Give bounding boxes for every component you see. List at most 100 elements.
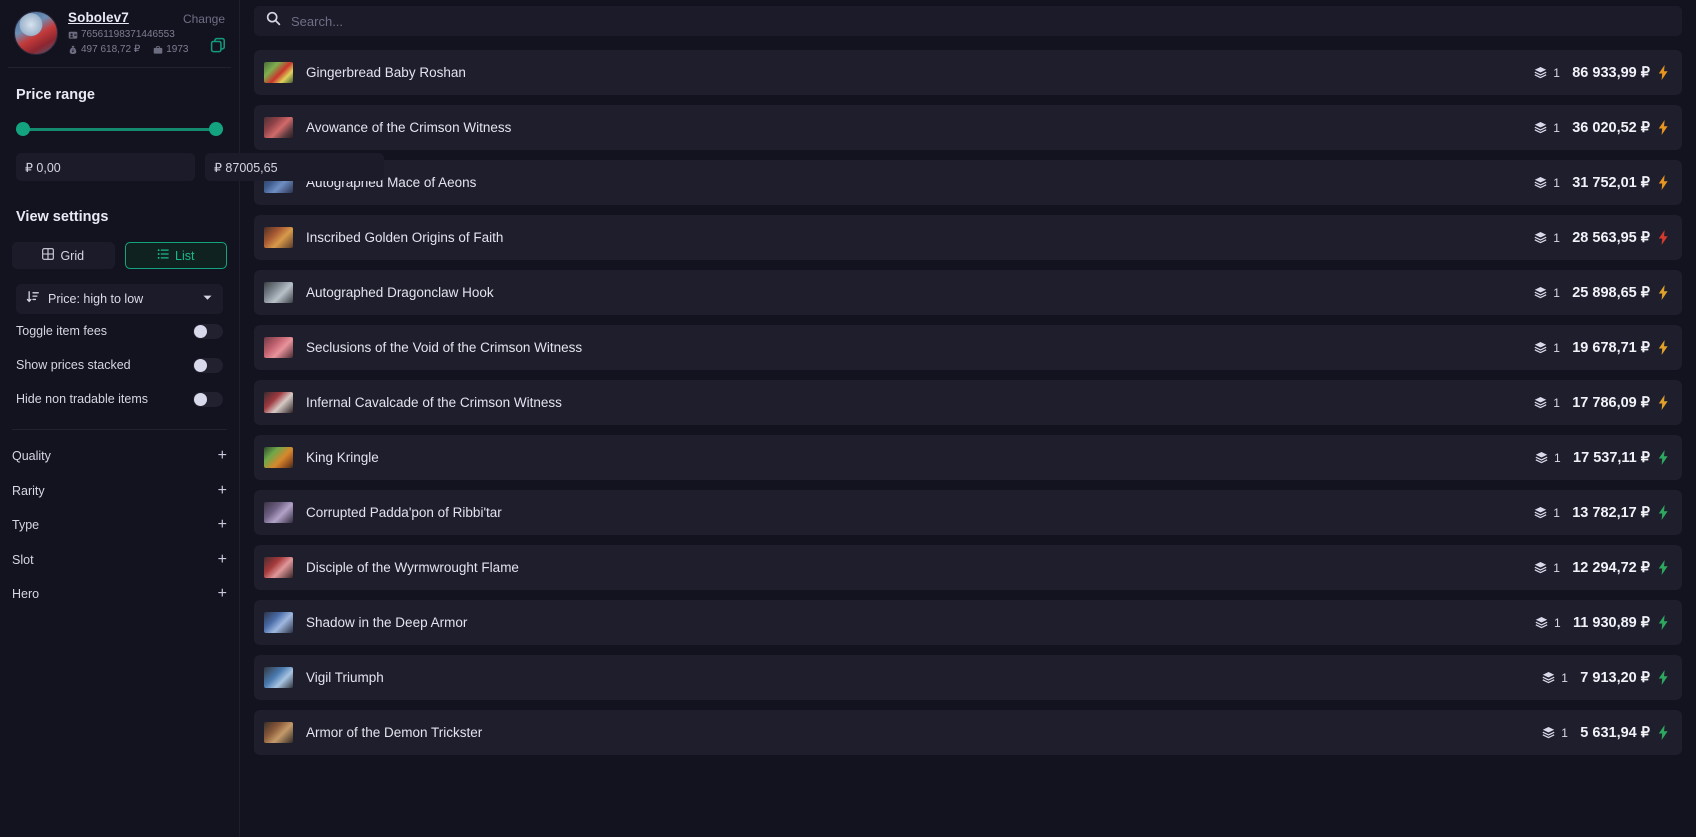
item-name: Corrupted Padda'pon of Ribbi'tar <box>306 505 502 520</box>
search-icon <box>266 11 281 31</box>
stack-icon <box>1534 286 1547 299</box>
search-bar[interactable] <box>254 6 1682 36</box>
item-meta: 1 12 294,72 ₽ <box>1534 560 1670 576</box>
view-mode-list-button[interactable]: List <box>124 242 227 269</box>
stack-icon <box>1535 451 1548 464</box>
item-thumbnail <box>264 62 293 83</box>
stack-icon <box>1534 506 1547 519</box>
copy-icon[interactable] <box>210 37 226 53</box>
price-range-inputs <box>16 153 384 181</box>
stack-icon <box>1535 616 1548 629</box>
profile-stats-line: ₽ 497 618,72 ₽ 1973 <box>68 44 225 55</box>
item-row[interactable]: Armor of the Demon Trickster 1 5 631,94 ₽ <box>254 710 1682 755</box>
item-name: Armor of the Demon Trickster <box>306 725 483 740</box>
stack-icon <box>1542 671 1555 684</box>
plus-icon: + <box>217 585 227 603</box>
item-row[interactable]: King Kringle 1 17 537,11 ₽ <box>254 435 1682 480</box>
sort-dropdown[interactable]: Price: high to low <box>16 284 223 314</box>
item-name: Shadow in the Deep Armor <box>306 615 468 630</box>
item-row[interactable]: Corrupted Padda'pon of Ribbi'tar 1 13 782,… <box>254 490 1682 535</box>
item-name: Infernal Cavalcade of the Crimson Witnes… <box>306 395 562 410</box>
toggle-prices-stacked-row[interactable]: Show prices stacked <box>16 348 223 382</box>
view-settings-title: View settings <box>16 209 109 225</box>
switch-knob <box>194 392 207 406</box>
item-thumbnail <box>264 667 293 688</box>
item-row[interactable]: Seclusions of the Void of the Crimson Wi… <box>254 325 1682 370</box>
filter-list: Quality + Rarity + Type + Slot + Hero + <box>8 439 231 612</box>
stack-icon <box>1534 121 1547 134</box>
toggle-prices-stacked-switch[interactable] <box>193 357 223 373</box>
item-row[interactable]: Inscribed Golden Origins of Faith 1 28 563… <box>254 215 1682 260</box>
stack-icon <box>1534 396 1547 409</box>
item-meta: 1 17 786,09 ₽ <box>1534 395 1670 411</box>
avatar <box>14 10 58 55</box>
item-name: Disciple of the Wyrmwrought Flame <box>306 560 519 575</box>
item-price: 36 020,52 ₽ <box>1572 119 1650 136</box>
item-name: Seclusions of the Void of the Crimson Wi… <box>306 340 583 355</box>
profile-inventory-count: 1973 <box>166 44 189 55</box>
view-mode-grid-button[interactable]: Grid <box>12 242 115 269</box>
profile-card[interactable]: Sobolev7 76561198371446553 ₽ 497 618,72 … <box>8 0 231 68</box>
price-max-input[interactable] <box>205 153 384 181</box>
item-count: 1 <box>1553 65 1560 80</box>
view-mode-toggle: Grid List <box>12 242 227 269</box>
sidebar: Sobolev7 76561198371446553 ₽ 497 618,72 … <box>0 0 384 837</box>
item-row[interactable]: Gingerbread Baby Roshan 1 86 933,99 ₽ <box>254 50 1682 95</box>
lightning-bolt-icon <box>1657 450 1670 465</box>
sort-dropdown-value: Price: high to low <box>48 292 144 306</box>
item-row[interactable]: Infernal Cavalcade of the Crimson Witnes… <box>254 380 1682 425</box>
search-input[interactable] <box>291 13 1670 29</box>
filter-quality[interactable]: Quality + <box>12 439 227 474</box>
item-count: 1 <box>1553 395 1560 410</box>
slider-min-handle[interactable] <box>16 122 30 136</box>
slider-max-handle[interactable] <box>209 122 223 136</box>
item-name: King Kringle <box>306 450 379 465</box>
item-meta: 1 31 752,01 ₽ <box>1534 175 1670 191</box>
item-row[interactable]: Disciple of the Wyrmwrought Flame 1 12 294… <box>254 545 1682 590</box>
item-price: 12 294,72 ₽ <box>1572 559 1650 576</box>
toggle-item-fees-label: Toggle item fees <box>16 324 108 338</box>
item-meta: 1 19 678,71 ₽ <box>1534 340 1670 356</box>
item-name: Autographed Mace of Aeons <box>306 175 477 190</box>
filter-type[interactable]: Type + <box>12 508 227 543</box>
stack-icon <box>1542 726 1555 739</box>
svg-text:₽: ₽ <box>72 48 75 53</box>
lightning-bolt-icon <box>1657 560 1670 575</box>
item-count: 1 <box>1561 670 1568 685</box>
item-price: 19 678,71 ₽ <box>1572 339 1650 356</box>
filter-rarity[interactable]: Rarity + <box>12 474 227 509</box>
item-thumbnail <box>264 392 293 413</box>
chevron-down-icon <box>202 290 213 308</box>
stack-icon <box>1534 341 1547 354</box>
stack-icon <box>1534 561 1547 574</box>
price-min-input[interactable] <box>16 153 195 181</box>
filter-slot[interactable]: Slot + <box>12 543 227 578</box>
item-row[interactable]: Shadow in the Deep Armor 1 11 930,89 ₽ <box>254 600 1682 645</box>
change-account-link[interactable]: Change <box>183 12 225 26</box>
item-row[interactable]: Vigil Triumph 1 7 913,20 ₽ <box>254 655 1682 700</box>
plus-icon: + <box>217 516 227 534</box>
lightning-bolt-icon <box>1657 725 1670 740</box>
filter-quality-label: Quality <box>12 449 51 464</box>
main-content: Gingerbread Baby Roshan 1 86 933,99 ₽ Avowa… <box>240 0 1696 837</box>
item-price: 31 752,01 ₽ <box>1572 174 1650 191</box>
item-row[interactable]: Avowance of the Crimson Witness 1 36 020,5… <box>254 105 1682 150</box>
toggle-item-fees-switch[interactable] <box>193 323 223 339</box>
item-meta: 1 7 913,20 ₽ <box>1542 670 1670 686</box>
toggle-item-fees-row[interactable]: Toggle item fees <box>16 314 223 348</box>
item-thumbnail <box>264 337 293 358</box>
item-price: 13 782,17 ₽ <box>1572 504 1650 521</box>
item-meta: 1 13 782,17 ₽ <box>1534 505 1670 521</box>
item-meta: 1 28 563,95 ₽ <box>1534 230 1670 246</box>
toggle-hide-non-tradable-switch[interactable] <box>193 391 223 407</box>
toggle-hide-non-tradable-label: Hide non tradable items <box>16 392 149 406</box>
toggle-hide-non-tradable-row[interactable]: Hide non tradable items <box>16 382 223 416</box>
item-meta: 1 11 930,89 ₽ <box>1535 615 1670 631</box>
price-range-slider[interactable] <box>16 122 223 136</box>
plus-icon: + <box>217 447 227 465</box>
filter-hero[interactable]: Hero + <box>12 577 227 612</box>
item-row[interactable]: Autographed Mace of Aeons 1 31 752,01 ₽ <box>254 160 1682 205</box>
grid-icon <box>42 248 55 263</box>
lightning-bolt-icon <box>1657 175 1670 190</box>
item-row[interactable]: Autographed Dragonclaw Hook 1 25 898,65 ₽ <box>254 270 1682 315</box>
